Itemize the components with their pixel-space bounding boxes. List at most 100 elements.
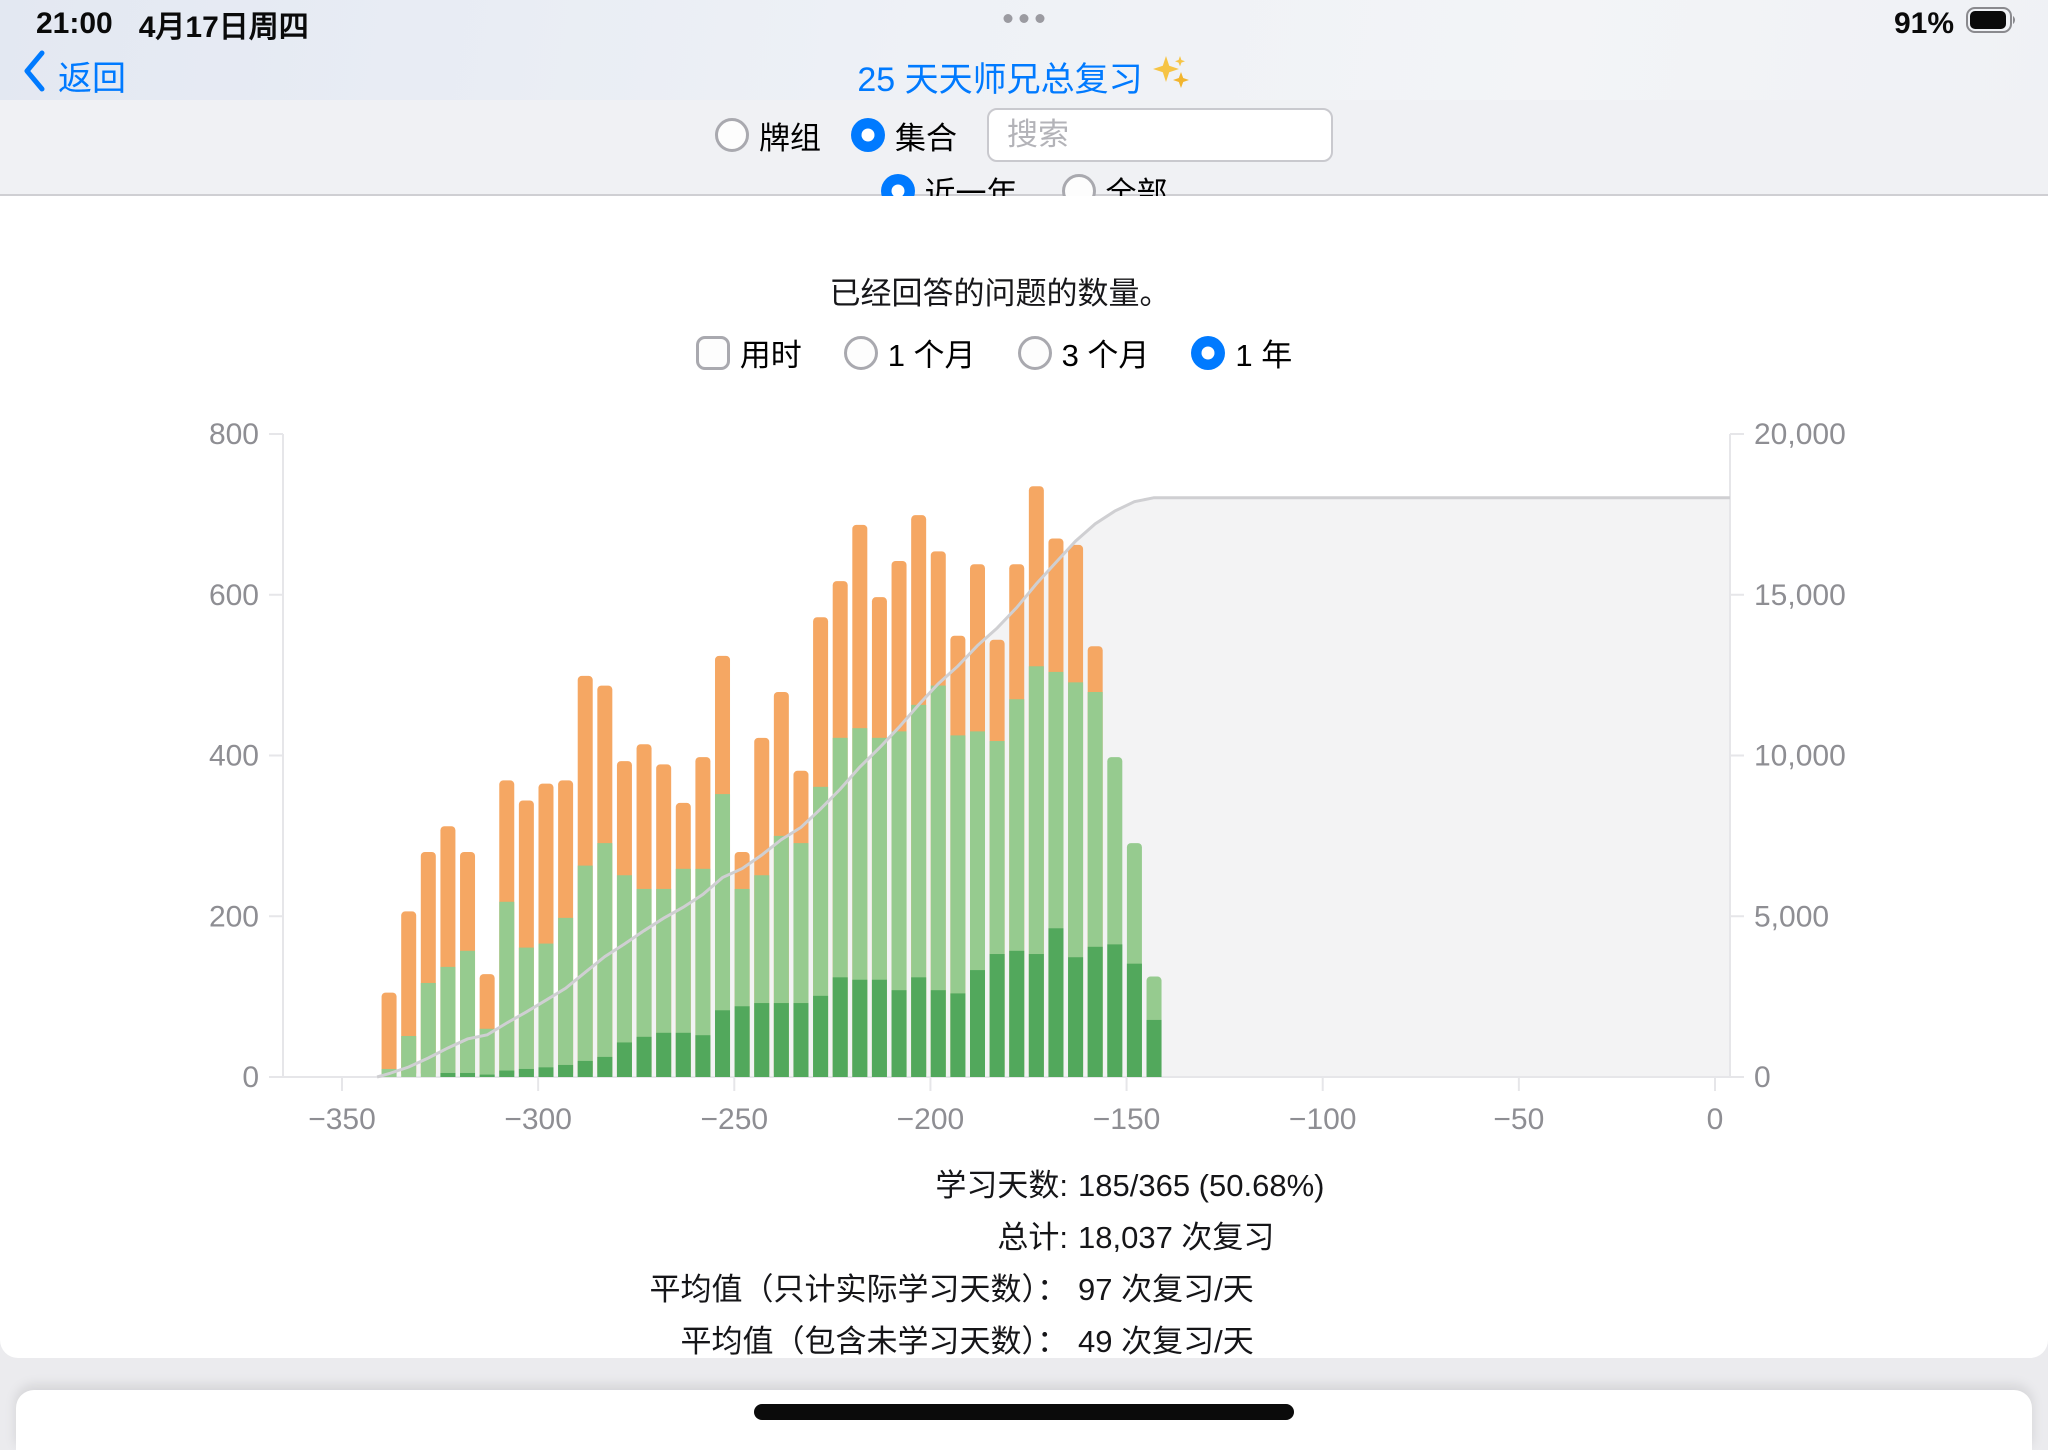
- bar: [950, 636, 965, 1077]
- bar: [558, 780, 573, 1077]
- bar: [793, 771, 808, 1077]
- svg-text:−150: −150: [1093, 1103, 1161, 1136]
- bar: [715, 656, 730, 1077]
- reviews-chart: 0 200 400 600 800 0 5,000 10,000 15,000 20,000 −35…: [0, 410, 2048, 1150]
- stat-label: 学习天数:: [0, 1160, 1068, 1212]
- svg-text:800: 800: [209, 418, 259, 451]
- svg-text:20,000: 20,000: [1754, 418, 1846, 451]
- bar: [813, 617, 828, 1077]
- time-checkbox-option[interactable]: 用时: [696, 330, 802, 375]
- bar: [480, 974, 495, 1077]
- bar: [872, 597, 887, 1077]
- stat-label: 平均值（包含未学习天数）：: [0, 1316, 1068, 1368]
- battery-icon: [1966, 7, 2018, 41]
- svg-text:600: 600: [209, 579, 259, 612]
- time-checkbox-label: 用时: [740, 330, 802, 375]
- bar: [1029, 486, 1044, 1077]
- svg-text:0: 0: [242, 1061, 259, 1094]
- svg-text:5,000: 5,000: [1754, 900, 1829, 933]
- svg-text:−200: −200: [897, 1103, 965, 1136]
- bar: [1048, 538, 1063, 1077]
- search-input[interactable]: [987, 108, 1333, 162]
- svg-text:−300: −300: [504, 1103, 572, 1136]
- stat-value: 18,037 次复习: [1078, 1212, 2048, 1264]
- clock: 21:00: [36, 7, 113, 41]
- status-bar: 21:00 4月17日周四 91%: [36, 4, 2018, 44]
- svg-text:−50: −50: [1493, 1103, 1544, 1136]
- bar: [597, 686, 612, 1077]
- navigation-bar: 返回 25 天天师兄总复习: [0, 44, 2048, 100]
- bar: [735, 852, 750, 1077]
- scope-radio-collection[interactable]: 集合: [851, 113, 957, 158]
- svg-text:200: 200: [209, 900, 259, 933]
- period-radio-3-months[interactable]: 3 个月: [1018, 330, 1150, 375]
- bar: [754, 738, 769, 1077]
- bar: [578, 676, 593, 1077]
- bar: [1147, 977, 1162, 1077]
- multitasking-indicator-icon[interactable]: [1004, 14, 1045, 23]
- period-3-months-label: 3 个月: [1062, 330, 1150, 375]
- bar: [401, 911, 416, 1077]
- period-1-year-label: 1 年: [1235, 330, 1292, 375]
- bar: [695, 757, 710, 1077]
- bar: [676, 803, 691, 1077]
- scope-radio-deck[interactable]: 牌组: [715, 113, 821, 158]
- scope-collection-label: 集合: [895, 113, 957, 158]
- bar: [421, 852, 436, 1077]
- radio-icon[interactable]: [851, 118, 885, 152]
- bar: [931, 551, 946, 1077]
- bar: [637, 744, 652, 1077]
- chart-x-axis: −350 −300 −250 −200 −150 −100 −50 0: [308, 1077, 1723, 1136]
- stat-value: 185/365 (50.68%): [1078, 1160, 2048, 1212]
- bar: [1068, 545, 1083, 1077]
- period-radio-1-month[interactable]: 1 个月: [844, 330, 976, 375]
- bar: [1088, 646, 1103, 1077]
- svg-text:−250: −250: [700, 1103, 768, 1136]
- chart-controls: 用时 1 个月 3 个月 1 年: [0, 330, 1988, 375]
- bar: [1127, 843, 1142, 1077]
- chart-heading: 已经回答的问题的数量。: [0, 268, 2000, 313]
- date: 4月17日周四: [139, 2, 309, 46]
- svg-text:0: 0: [1707, 1103, 1724, 1136]
- home-indicator[interactable]: [754, 1404, 1294, 1420]
- svg-text:400: 400: [209, 740, 259, 773]
- period-radio-1-year[interactable]: 1 年: [1191, 330, 1292, 375]
- radio-icon[interactable]: [844, 336, 878, 370]
- bar: [382, 993, 397, 1077]
- svg-text:−350: −350: [308, 1103, 376, 1136]
- stat-value: 49 次复习/天: [1078, 1316, 2048, 1368]
- bar: [460, 852, 475, 1077]
- bar: [774, 692, 789, 1077]
- filter-panel: 牌组 集合 近一年 全部: [0, 100, 2048, 196]
- checkbox-icon[interactable]: [696, 336, 730, 370]
- radio-icon[interactable]: [1018, 336, 1052, 370]
- svg-text:−100: −100: [1289, 1103, 1357, 1136]
- chart-right-axis: 0 5,000 10,000 15,000 20,000: [1730, 418, 1846, 1094]
- bar: [990, 640, 1005, 1077]
- chart-stats: 学习天数: 185/365 (50.68%) 总计: 18,037 次复习 平均…: [0, 1160, 2048, 1368]
- scope-deck-label: 牌组: [759, 113, 821, 158]
- bar: [499, 780, 514, 1077]
- chart-left-axis: 0 200 400 600 800: [209, 418, 283, 1094]
- next-section-card[interactable]: [16, 1390, 2032, 1450]
- bar: [892, 561, 907, 1077]
- stat-label: 总计:: [0, 1212, 1068, 1264]
- bar: [617, 761, 632, 1077]
- stat-label: 平均值（只计实际学习天数）：: [0, 1264, 1068, 1316]
- radio-icon[interactable]: [1191, 336, 1225, 370]
- bar: [519, 801, 534, 1077]
- bar: [911, 515, 926, 1077]
- bar: [833, 581, 848, 1077]
- bar: [852, 525, 867, 1077]
- svg-text:10,000: 10,000: [1754, 740, 1846, 773]
- battery-percent: 91%: [1894, 7, 1954, 41]
- radio-icon[interactable]: [715, 118, 749, 152]
- page-title: 25 天天师兄总复习: [0, 52, 2048, 101]
- period-1-month-label: 1 个月: [888, 330, 976, 375]
- bar: [440, 826, 455, 1077]
- svg-text:0: 0: [1754, 1061, 1771, 1094]
- svg-text:15,000: 15,000: [1754, 579, 1846, 612]
- stat-value: 97 次复习/天: [1078, 1264, 2048, 1316]
- bar: [1009, 564, 1024, 1077]
- bar: [1107, 757, 1122, 1077]
